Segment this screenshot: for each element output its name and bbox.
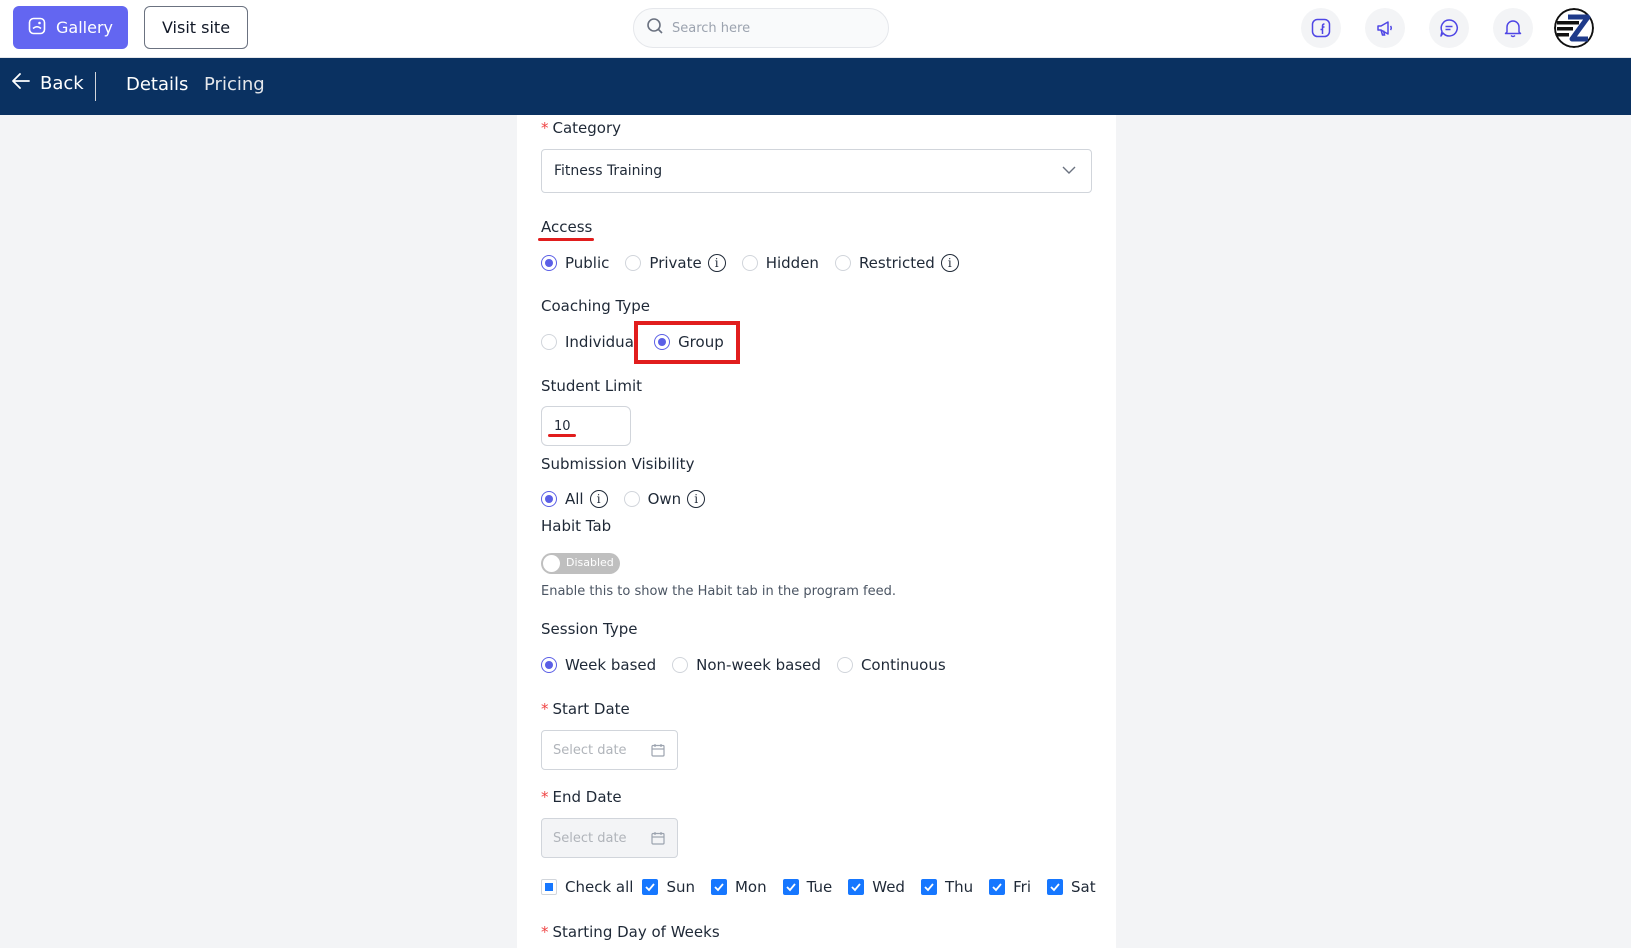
radio-session-week-based[interactable]: Week based	[541, 656, 656, 674]
visit-site-label: Visit site	[161, 18, 231, 37]
checkbox-sat[interactable]: Sat	[1047, 878, 1096, 896]
required-mark: *	[541, 788, 549, 806]
required-mark: *	[541, 119, 549, 137]
bell-icon[interactable]	[1493, 8, 1533, 48]
student-limit-value: 10	[554, 418, 571, 434]
habit-tab-label: Habit Tab	[541, 517, 612, 535]
info-icon[interactable]: i	[687, 490, 706, 508]
checkbox-sun[interactable]: Sun	[642, 878, 695, 896]
sub-nav-bar: Back Details Pricing	[0, 58, 1631, 115]
megaphone-icon[interactable]	[1365, 8, 1405, 48]
calendar-icon	[651, 831, 665, 849]
radio-access-private[interactable]: Private i	[625, 254, 726, 272]
radio-access-restricted[interactable]: Restricted i	[834, 254, 959, 272]
category-value: Fitness Training	[554, 163, 663, 179]
back-button[interactable]: Back	[12, 73, 84, 94]
back-label: Back	[40, 73, 84, 94]
student-limit-input[interactable]: 10	[541, 406, 631, 446]
chat-icon[interactable]	[1429, 8, 1469, 48]
info-icon[interactable]: i	[940, 254, 959, 272]
end-date-label: * End Date	[541, 788, 622, 806]
submission-visibility-label: Submission Visibility	[541, 455, 695, 473]
student-limit-label: Student Limit	[541, 377, 643, 395]
checkbox-thu[interactable]: Thu	[920, 878, 973, 896]
tab-details[interactable]: Details	[126, 74, 188, 95]
calendar-icon	[651, 743, 665, 761]
gallery-button[interactable]: Gallery	[13, 6, 128, 49]
tab-pricing[interactable]: Pricing	[204, 74, 265, 95]
top-bar: Gallery Visit site	[0, 0, 1631, 58]
nav-divider	[95, 72, 96, 101]
arrow-left-icon	[12, 73, 30, 94]
checkbox-fri[interactable]: Fri	[989, 878, 1031, 896]
radio-session-non-week-based[interactable]: Non-week based	[672, 656, 821, 674]
session-type-label: Session Type	[541, 620, 638, 638]
radio-visibility-all[interactable]: All i	[541, 490, 608, 508]
toggle-state-text: Disabled	[566, 556, 614, 569]
info-icon[interactable]: i	[707, 254, 726, 272]
facebook-icon[interactable]	[1301, 8, 1341, 48]
category-label: * Category	[541, 119, 622, 137]
access-label: Access	[541, 218, 593, 236]
weekday-checkbox-group: Check all Sun Mon Tue Wed Thu Fri Sat	[541, 878, 1112, 896]
radio-access-public[interactable]: Public	[541, 254, 609, 272]
session-type-radio-group: Week based Non-week based Continuous	[541, 656, 962, 674]
habit-tab-toggle[interactable]: Disabled	[541, 553, 620, 574]
start-date-picker[interactable]: Select date	[541, 730, 678, 770]
avatar[interactable]	[1554, 8, 1594, 48]
checkbox-mon[interactable]: Mon	[710, 878, 767, 896]
starting-day-label: * Starting Day of Weeks	[541, 923, 720, 941]
search-icon	[646, 17, 664, 39]
search-bar	[633, 8, 889, 48]
required-mark: *	[541, 700, 549, 718]
submission-visibility-radio-group: All i Own i	[541, 490, 721, 508]
gallery-label: Gallery	[56, 18, 113, 37]
toggle-knob	[543, 555, 560, 572]
search-input[interactable]	[672, 20, 872, 36]
start-date-placeholder: Select date	[553, 742, 627, 758]
radio-coaching-individual[interactable]: Individual	[541, 333, 638, 351]
end-date-picker[interactable]: Select date	[541, 818, 678, 858]
access-radio-group: Public Private i Hidden Restricted i	[541, 254, 975, 272]
start-date-label: * Start Date	[541, 700, 630, 718]
info-icon[interactable]: i	[589, 490, 608, 508]
category-select[interactable]: Fitness Training	[541, 149, 1092, 193]
required-mark: *	[541, 923, 549, 941]
annotation-underline	[538, 238, 594, 241]
coaching-type-label: Coaching Type	[541, 297, 651, 315]
annotation-underline	[548, 434, 576, 437]
visit-site-button[interactable]: Visit site	[144, 6, 248, 49]
habit-tab-help: Enable this to show the Habit tab in the…	[541, 584, 896, 599]
checkbox-check-all[interactable]: Check all	[541, 878, 633, 896]
end-date-placeholder: Select date	[553, 830, 627, 846]
checkbox-wed[interactable]: Wed	[848, 878, 905, 896]
radio-session-continuous[interactable]: Continuous	[836, 656, 946, 674]
annotation-highlight-box	[634, 321, 740, 364]
chevron-down-icon	[1061, 162, 1077, 182]
radio-access-hidden[interactable]: Hidden	[741, 254, 819, 272]
gallery-icon	[28, 17, 46, 39]
checkbox-tue[interactable]: Tue	[782, 878, 832, 896]
radio-visibility-own[interactable]: Own i	[623, 490, 706, 508]
